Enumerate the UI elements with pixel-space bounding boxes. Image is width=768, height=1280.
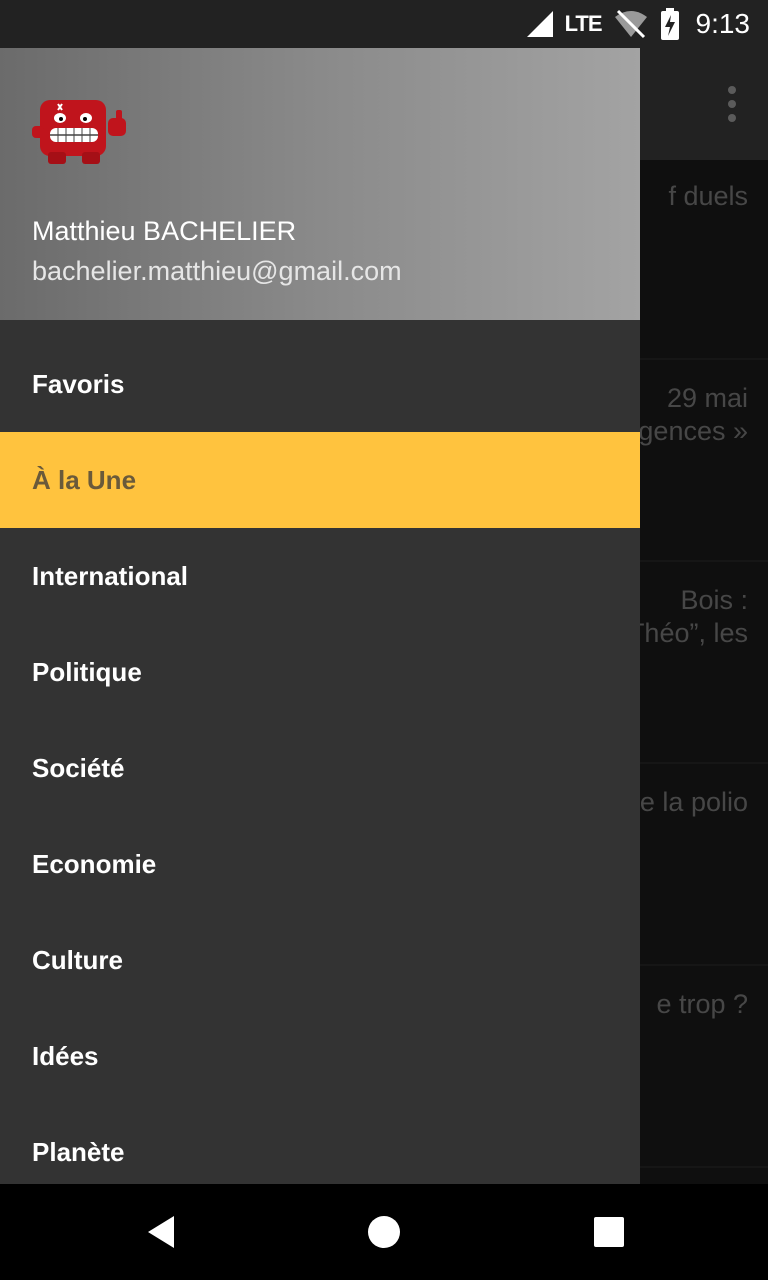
drawer-item-economie[interactable]: Economie [0, 816, 640, 912]
wifi-off-icon [614, 9, 648, 39]
signal-icon [525, 9, 555, 39]
recents-icon[interactable] [594, 1214, 624, 1255]
drawer-item-politique[interactable]: Politique [0, 624, 640, 720]
drawer-scrim[interactable] [640, 48, 768, 1184]
drawer-item-culture[interactable]: Culture [0, 912, 640, 1008]
home-icon[interactable] [368, 1214, 400, 1255]
network-type: LTE [564, 11, 603, 36]
user-name: Matthieu BACHELIER [32, 216, 297, 246]
system-nav-bar [0, 1184, 768, 1280]
avatar[interactable] [30, 96, 130, 168]
drawer-item-favoris[interactable]: Favoris [0, 336, 640, 432]
drawer-item-societe[interactable]: Société [0, 720, 640, 816]
drawer-item-a-la-une[interactable]: À la Une [0, 432, 640, 528]
navigation-drawer: Matthieu BACHELIER bachelier.matthieu@gm… [0, 48, 640, 1184]
drawer-item-idees[interactable]: Idées [0, 1008, 640, 1104]
drawer-item-international[interactable]: International [0, 528, 640, 624]
battery-charging-icon [660, 8, 680, 40]
user-email: bachelier.matthieu@gmail.com [32, 256, 402, 286]
drawer-menu: Favoris À la Une International Politique… [0, 336, 640, 1184]
drawer-header: Matthieu BACHELIER bachelier.matthieu@gm… [0, 48, 640, 320]
back-icon[interactable] [146, 1214, 176, 1255]
clock: 9:13 [695, 8, 751, 39]
drawer-item-planete[interactable]: Planète [0, 1104, 640, 1184]
status-bar: LTE 9:13 [0, 0, 768, 48]
